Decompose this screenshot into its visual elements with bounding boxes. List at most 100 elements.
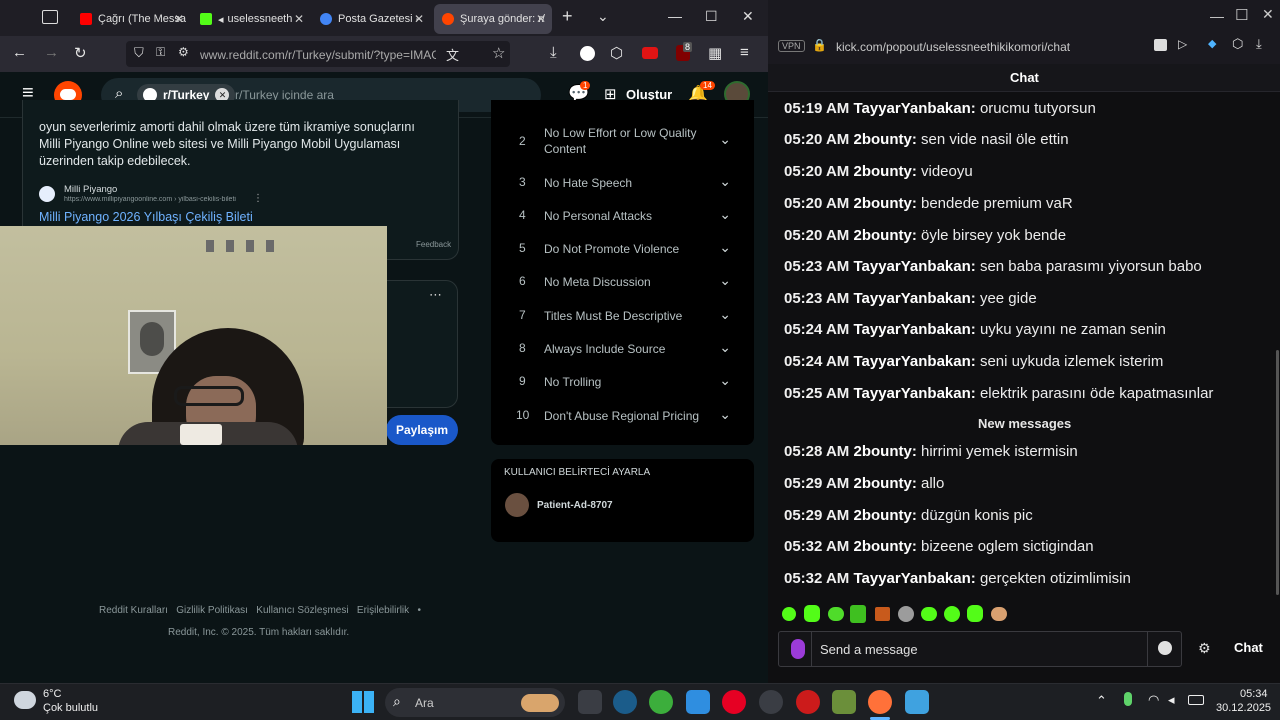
share-button[interactable]: Paylaşım bbox=[386, 415, 458, 445]
emoji-icon[interactable] bbox=[1158, 641, 1172, 655]
message-username[interactable]: 2bounty: bbox=[853, 227, 916, 244]
chat-input-placeholder[interactable]: Send a message bbox=[820, 642, 918, 657]
rule-item[interactable]: 5 Do Not Promote Violence ⌄ bbox=[491, 239, 753, 274]
message-username[interactable]: 2bounty: bbox=[853, 443, 916, 460]
feedback-link[interactable]: Feedback bbox=[416, 240, 451, 249]
pinterest-icon[interactable] bbox=[722, 690, 746, 714]
rule-item[interactable]: 4 No Personal Attacks ⌄ bbox=[491, 206, 753, 241]
translate-icon[interactable]: 文 bbox=[446, 45, 459, 64]
extensions-grid-icon[interactable]: ▦ bbox=[708, 44, 722, 62]
opera-icon[interactable] bbox=[796, 690, 820, 714]
maximize-icon[interactable]: ☐ bbox=[1235, 6, 1248, 24]
permissions-icon[interactable]: ⚿ bbox=[156, 45, 165, 60]
message-username[interactable]: TayyarYanbakan: bbox=[853, 385, 975, 402]
minecraft-icon[interactable] bbox=[832, 690, 856, 714]
url-text[interactable]: www.reddit.com/r/Turkey/submit/?type=IMA… bbox=[200, 48, 436, 62]
forward-icon[interactable]: → bbox=[44, 44, 59, 61]
microphone-icon[interactable] bbox=[1124, 692, 1132, 706]
back-icon[interactable]: ← bbox=[12, 44, 27, 61]
rule-item[interactable]: 3 No Hate Speech ⌄ bbox=[491, 173, 753, 208]
app-notification-icon[interactable] bbox=[759, 690, 783, 714]
chat-url[interactable]: kick.com/popout/uselessneethikikomori/ch… bbox=[836, 40, 1070, 54]
chevron-down-icon[interactable]: ⌄ bbox=[597, 8, 609, 25]
extension-icon[interactable]: ⬡ bbox=[610, 44, 623, 62]
chevron-up-icon[interactable]: ⌃ bbox=[1096, 693, 1107, 709]
app-green-icon[interactable] bbox=[649, 690, 673, 714]
more-options-icon[interactable]: ⋮ bbox=[253, 193, 263, 204]
weather-desc[interactable]: Çok bulutlu bbox=[43, 702, 98, 714]
footer-link-privacy[interactable]: Gizlilik Politikası bbox=[176, 605, 248, 616]
emote-icon[interactable] bbox=[898, 606, 914, 622]
more-options-icon[interactable]: ⋯ bbox=[429, 287, 442, 303]
menu-icon[interactable]: ≡ bbox=[740, 44, 749, 61]
link-title[interactable]: Milli Piyango 2026 Yılbaşı Çekiliş Bilet… bbox=[39, 210, 253, 224]
shield-icon[interactable]: ⛉ bbox=[134, 45, 144, 61]
minimize-icon[interactable]: — bbox=[668, 8, 682, 24]
emote-icon[interactable] bbox=[850, 605, 866, 623]
pocket-icon[interactable] bbox=[1154, 39, 1167, 51]
chevron-down-icon[interactable]: ⌄ bbox=[719, 406, 731, 423]
windows-start-icon[interactable] bbox=[352, 691, 374, 713]
emote-icon[interactable] bbox=[944, 606, 960, 622]
chevron-down-icon[interactable]: ⌄ bbox=[719, 239, 731, 256]
close-window-icon[interactable]: ✕ bbox=[742, 8, 754, 25]
weather-temp[interactable]: 6°C bbox=[43, 688, 61, 700]
page-settings-icon[interactable]: ⚙ bbox=[178, 45, 189, 59]
close-icon[interactable]: ✕ bbox=[294, 12, 304, 26]
taskbar-search[interactable]: ⌕ Ara bbox=[385, 688, 565, 717]
emote-icon[interactable] bbox=[921, 607, 937, 621]
play-icon[interactable]: ▷ bbox=[1178, 37, 1187, 51]
clock-time[interactable]: 05:34 bbox=[1240, 688, 1268, 700]
clock-date[interactable]: 30.12.2025 bbox=[1216, 702, 1271, 714]
emote-icon[interactable] bbox=[782, 607, 796, 621]
footer-link-accessibility[interactable]: Erişilebilirlik bbox=[357, 605, 409, 616]
flair-username[interactable]: Patient-Ad-8707 bbox=[537, 500, 613, 511]
chevron-down-icon[interactable]: ⌄ bbox=[719, 306, 731, 323]
download-icon[interactable]: ⤓ bbox=[1256, 36, 1262, 52]
message-username[interactable]: 2bounty: bbox=[853, 475, 916, 492]
rule-item[interactable]: 2 No Low Effort or Low Quality Content ⌄ bbox=[491, 125, 753, 158]
task-view-icon[interactable] bbox=[578, 690, 602, 714]
send-chat-button[interactable]: Chat bbox=[1234, 640, 1263, 655]
extension-icon[interactable]: ⬡ bbox=[1232, 36, 1243, 52]
footer-link-agreement[interactable]: Kullanıcı Sözleşmesi bbox=[256, 605, 348, 616]
emote-icon[interactable] bbox=[875, 607, 890, 621]
chevron-down-icon[interactable]: ⌄ bbox=[719, 206, 731, 223]
microphone-icon[interactable] bbox=[791, 639, 805, 659]
close-icon[interactable]: ✕ bbox=[174, 12, 184, 26]
footer-link-rules[interactable]: Reddit Kuralları bbox=[99, 605, 168, 616]
download-icon[interactable]: ⤓ bbox=[550, 44, 557, 61]
message-username[interactable]: TayyarYanbakan: bbox=[853, 258, 975, 275]
close-icon[interactable]: ✕ bbox=[536, 12, 546, 26]
message-username[interactable]: TayyarYanbakan: bbox=[853, 570, 975, 587]
message-username[interactable]: 2bounty: bbox=[853, 507, 916, 524]
steam-icon[interactable] bbox=[613, 690, 637, 714]
emote-icon[interactable] bbox=[967, 605, 983, 622]
close-window-icon[interactable]: ✕ bbox=[1262, 6, 1274, 23]
rule-item[interactable]: 10 Don't Abuse Regional Pricing ⌄ bbox=[491, 406, 753, 441]
chevron-down-icon[interactable]: ⌄ bbox=[719, 131, 731, 148]
settings-gear-icon[interactable]: ⚙ bbox=[1198, 640, 1211, 657]
reload-icon[interactable]: ↻ bbox=[74, 44, 87, 62]
weather-icon[interactable] bbox=[14, 691, 36, 709]
chat-scrollbar[interactable] bbox=[1276, 350, 1279, 595]
bookmark-star-icon[interactable]: ☆ bbox=[492, 44, 505, 62]
diamond-extension-icon[interactable]: ◆ bbox=[1208, 37, 1216, 50]
tab-kick[interactable]: ◂ uselessneeth ✕ bbox=[192, 4, 310, 34]
message-username[interactable]: TayyarYanbakan: bbox=[853, 290, 975, 307]
firefox-icon[interactable] bbox=[868, 690, 892, 714]
rule-item[interactable]: 7 Titles Must Be Descriptive ⌄ bbox=[491, 306, 753, 341]
message-username[interactable]: TayyarYanbakan: bbox=[853, 353, 975, 370]
chevron-down-icon[interactable]: ⌄ bbox=[719, 272, 731, 289]
wifi-icon[interactable]: ◠ bbox=[1148, 692, 1159, 708]
chevron-down-icon[interactable]: ⌄ bbox=[719, 339, 731, 356]
minimize-icon[interactable]: — bbox=[1210, 8, 1224, 24]
rule-item[interactable]: 6 No Meta Discussion ⌄ bbox=[491, 272, 753, 307]
address-bar[interactable]: ⛉ ⚿ ⚙ www.reddit.com/r/Turkey/submit/?ty… bbox=[126, 41, 510, 67]
volume-icon[interactable]: ◂ bbox=[1168, 692, 1175, 708]
message-username[interactable]: 2bounty: bbox=[853, 195, 916, 212]
maximize-icon[interactable]: ☐ bbox=[705, 8, 718, 25]
vpn-badge[interactable]: VPN bbox=[778, 40, 805, 52]
new-tab-icon[interactable]: + bbox=[562, 6, 573, 27]
chevron-down-icon[interactable]: ⌄ bbox=[719, 372, 731, 389]
